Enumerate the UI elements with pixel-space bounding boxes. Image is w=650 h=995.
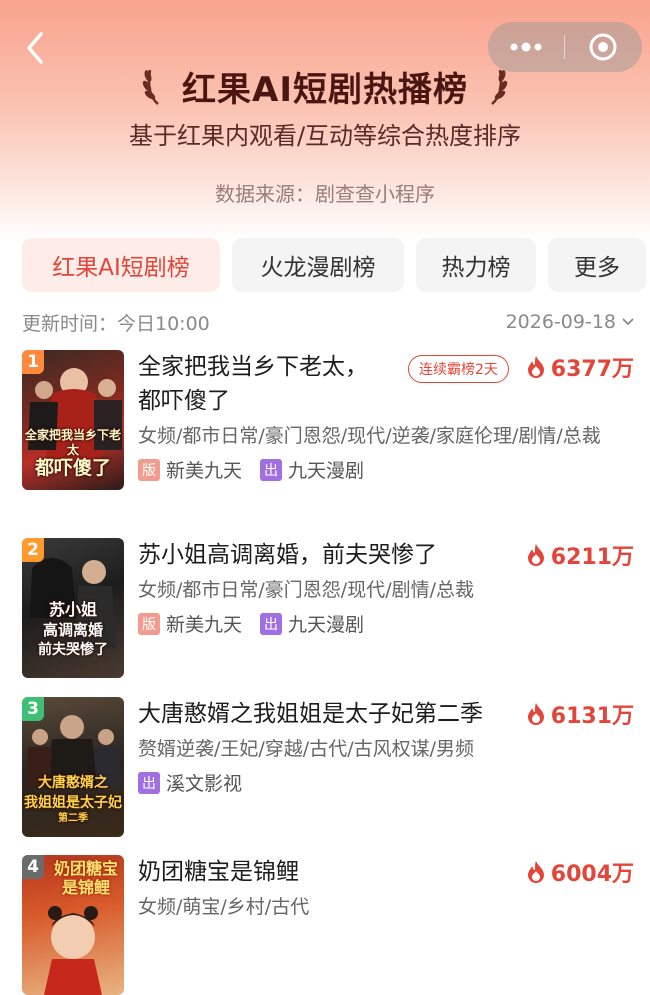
list-item[interactable]: 奶团糖宝 是锦鲤 4 奶团糖宝是锦鲤 女频/萌宝/乡村/古代 6004万 (22, 855, 634, 995)
cover-caption: 苏小姐 高调离婚 前夫哭惨了 (38, 600, 108, 658)
credits: 出 溪文影视 (138, 769, 634, 796)
heat-value: 6004万 (525, 855, 634, 889)
list-item[interactable]: 大唐憨婿之 我姐姐是太子妃 第二季 3 大唐憨婿之我姐姐是太子妃第二季 赘婿逆袭… (22, 697, 634, 837)
streak-badge: 连续霸榜2天 (408, 355, 509, 383)
drama-tags: 女频/都市日常/豪门恩怨/现代/剧情/总裁 (138, 579, 475, 601)
flame-icon (527, 861, 544, 883)
tab-reli[interactable]: 热力榜 (416, 238, 536, 292)
producer-badge: 出 (260, 612, 283, 635)
title-row: 红果AI短剧热播榜 (0, 60, 650, 112)
tab-hongguo-ai[interactable]: 红果AI短剧榜 (22, 238, 220, 292)
drama-tags: 女频/都市日常/豪门恩怨/现代/逆袭/家庭伦理/剧情/总裁 (138, 425, 601, 447)
close-circle-icon (589, 33, 617, 61)
drama-cover[interactable]: 全家把我当乡下老太 都吓傻了 1 (22, 350, 124, 490)
heat-value: 6377万 (525, 350, 634, 384)
laurel-left-icon (142, 69, 159, 105)
data-source: 数据来源：剧查查小程序 (215, 182, 435, 206)
update-time: 更新时间：今日10:00 (22, 312, 210, 335)
rank-badge: 2 (22, 538, 44, 562)
rank-badge: 4 (22, 855, 44, 879)
page-subtitle: 基于红果内观看/互动等综合热度排序 (128, 122, 522, 150)
producer-badge: 出 (260, 458, 283, 481)
list-item[interactable]: 苏小姐 高调离婚 前夫哭惨了 2 苏小姐高调离婚，前夫哭惨了 女频/都市日常/豪… (22, 538, 634, 678)
credits: 版 新美九天 出 九天漫剧 (138, 456, 634, 483)
producer: 出 九天漫剧 (260, 610, 364, 637)
more-dots-icon (510, 42, 542, 52)
rank-badge: 1 (22, 350, 44, 374)
cover-caption: 全家把我当乡下老太 都吓傻了 (24, 428, 121, 479)
laurel-right-icon (491, 69, 508, 105)
producer: 出 九天漫剧 (260, 456, 364, 483)
tab-more[interactable]: 更多 (548, 238, 646, 292)
chevron-down-icon (622, 318, 634, 326)
date-selector[interactable]: 2026-09-18 (506, 311, 634, 333)
tab-huolong-manju[interactable]: 火龙漫剧榜 (232, 238, 404, 292)
credits: 版 新美九天 出 九天漫剧 (138, 610, 634, 637)
flame-icon (527, 544, 544, 566)
drama-cover[interactable]: 苏小姐 高调离婚 前夫哭惨了 2 (22, 538, 124, 678)
flame-icon (527, 356, 544, 378)
producer: 出 溪文影视 (138, 769, 242, 796)
drama-cover[interactable]: 奶团糖宝 是锦鲤 4 (22, 855, 124, 995)
cover-caption: 大唐憨婿之 我姐姐是太子妃 第二季 (24, 775, 122, 824)
page-title: 红果AI短剧热播榜 (182, 69, 468, 110)
date-value: 2026-09-18 (505, 311, 616, 333)
drama-tags: 赘婿逆袭/王妃/穿越/古代/古风权谋/男频 (138, 738, 475, 760)
heat-value: 6131万 (525, 697, 634, 731)
flame-icon (527, 703, 544, 725)
cover-caption: 奶团糖宝 是锦鲤 (53, 859, 118, 897)
publisher-badge: 版 (138, 612, 160, 635)
ranking-tabs: 红果AI短剧榜 火龙漫剧榜 热力榜 更多 (22, 238, 646, 292)
update-row: 更新时间：今日10:00 2026-09-18 (22, 308, 634, 336)
publisher: 版 新美九天 (138, 610, 242, 637)
drama-cover[interactable]: 大唐憨婿之 我姐姐是太子妃 第二季 3 (22, 697, 124, 837)
publisher: 版 新美九天 (138, 456, 242, 483)
publisher-badge: 版 (138, 458, 160, 481)
rank-badge: 3 (22, 697, 44, 721)
producer-badge: 出 (138, 771, 160, 794)
drama-tags: 女频/萌宝/乡村/古代 (138, 896, 310, 918)
heat-value: 6211万 (525, 538, 634, 572)
list-item[interactable]: 全家把我当乡下老太 都吓傻了 1 全家把我当乡下老太， 都吓傻了 女频/都市日常… (22, 350, 634, 520)
